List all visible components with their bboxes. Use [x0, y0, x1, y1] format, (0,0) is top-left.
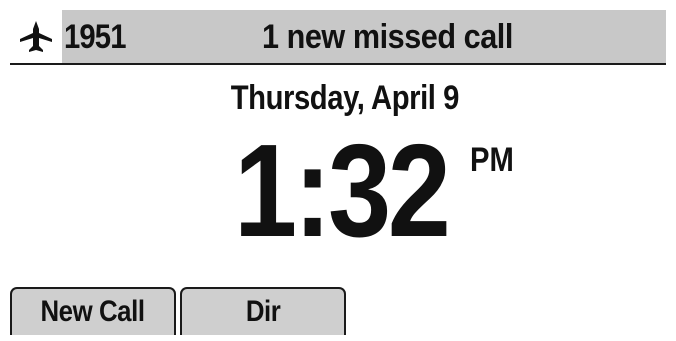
airplane-icon [18, 19, 54, 55]
status-bar: 1951 1 new missed call [10, 10, 666, 65]
line-number: 1951 [64, 18, 126, 56]
line-key[interactable] [10, 10, 62, 63]
date-display: Thursday, April 9 [230, 79, 460, 117]
softkey-label: Dir [245, 295, 281, 328]
missed-call-message[interactable]: 1 new missed call [262, 18, 513, 56]
ampm-indicator: PM [470, 141, 514, 179]
phone-idle-screen: 1951 1 new missed call Thursday, April 9… [0, 0, 676, 341]
softkey-label: New Call [40, 295, 146, 328]
time-display: 1:32 [234, 117, 451, 264]
new-call-softkey[interactable]: New Call [10, 287, 176, 335]
dir-softkey[interactable]: Dir [180, 287, 346, 335]
